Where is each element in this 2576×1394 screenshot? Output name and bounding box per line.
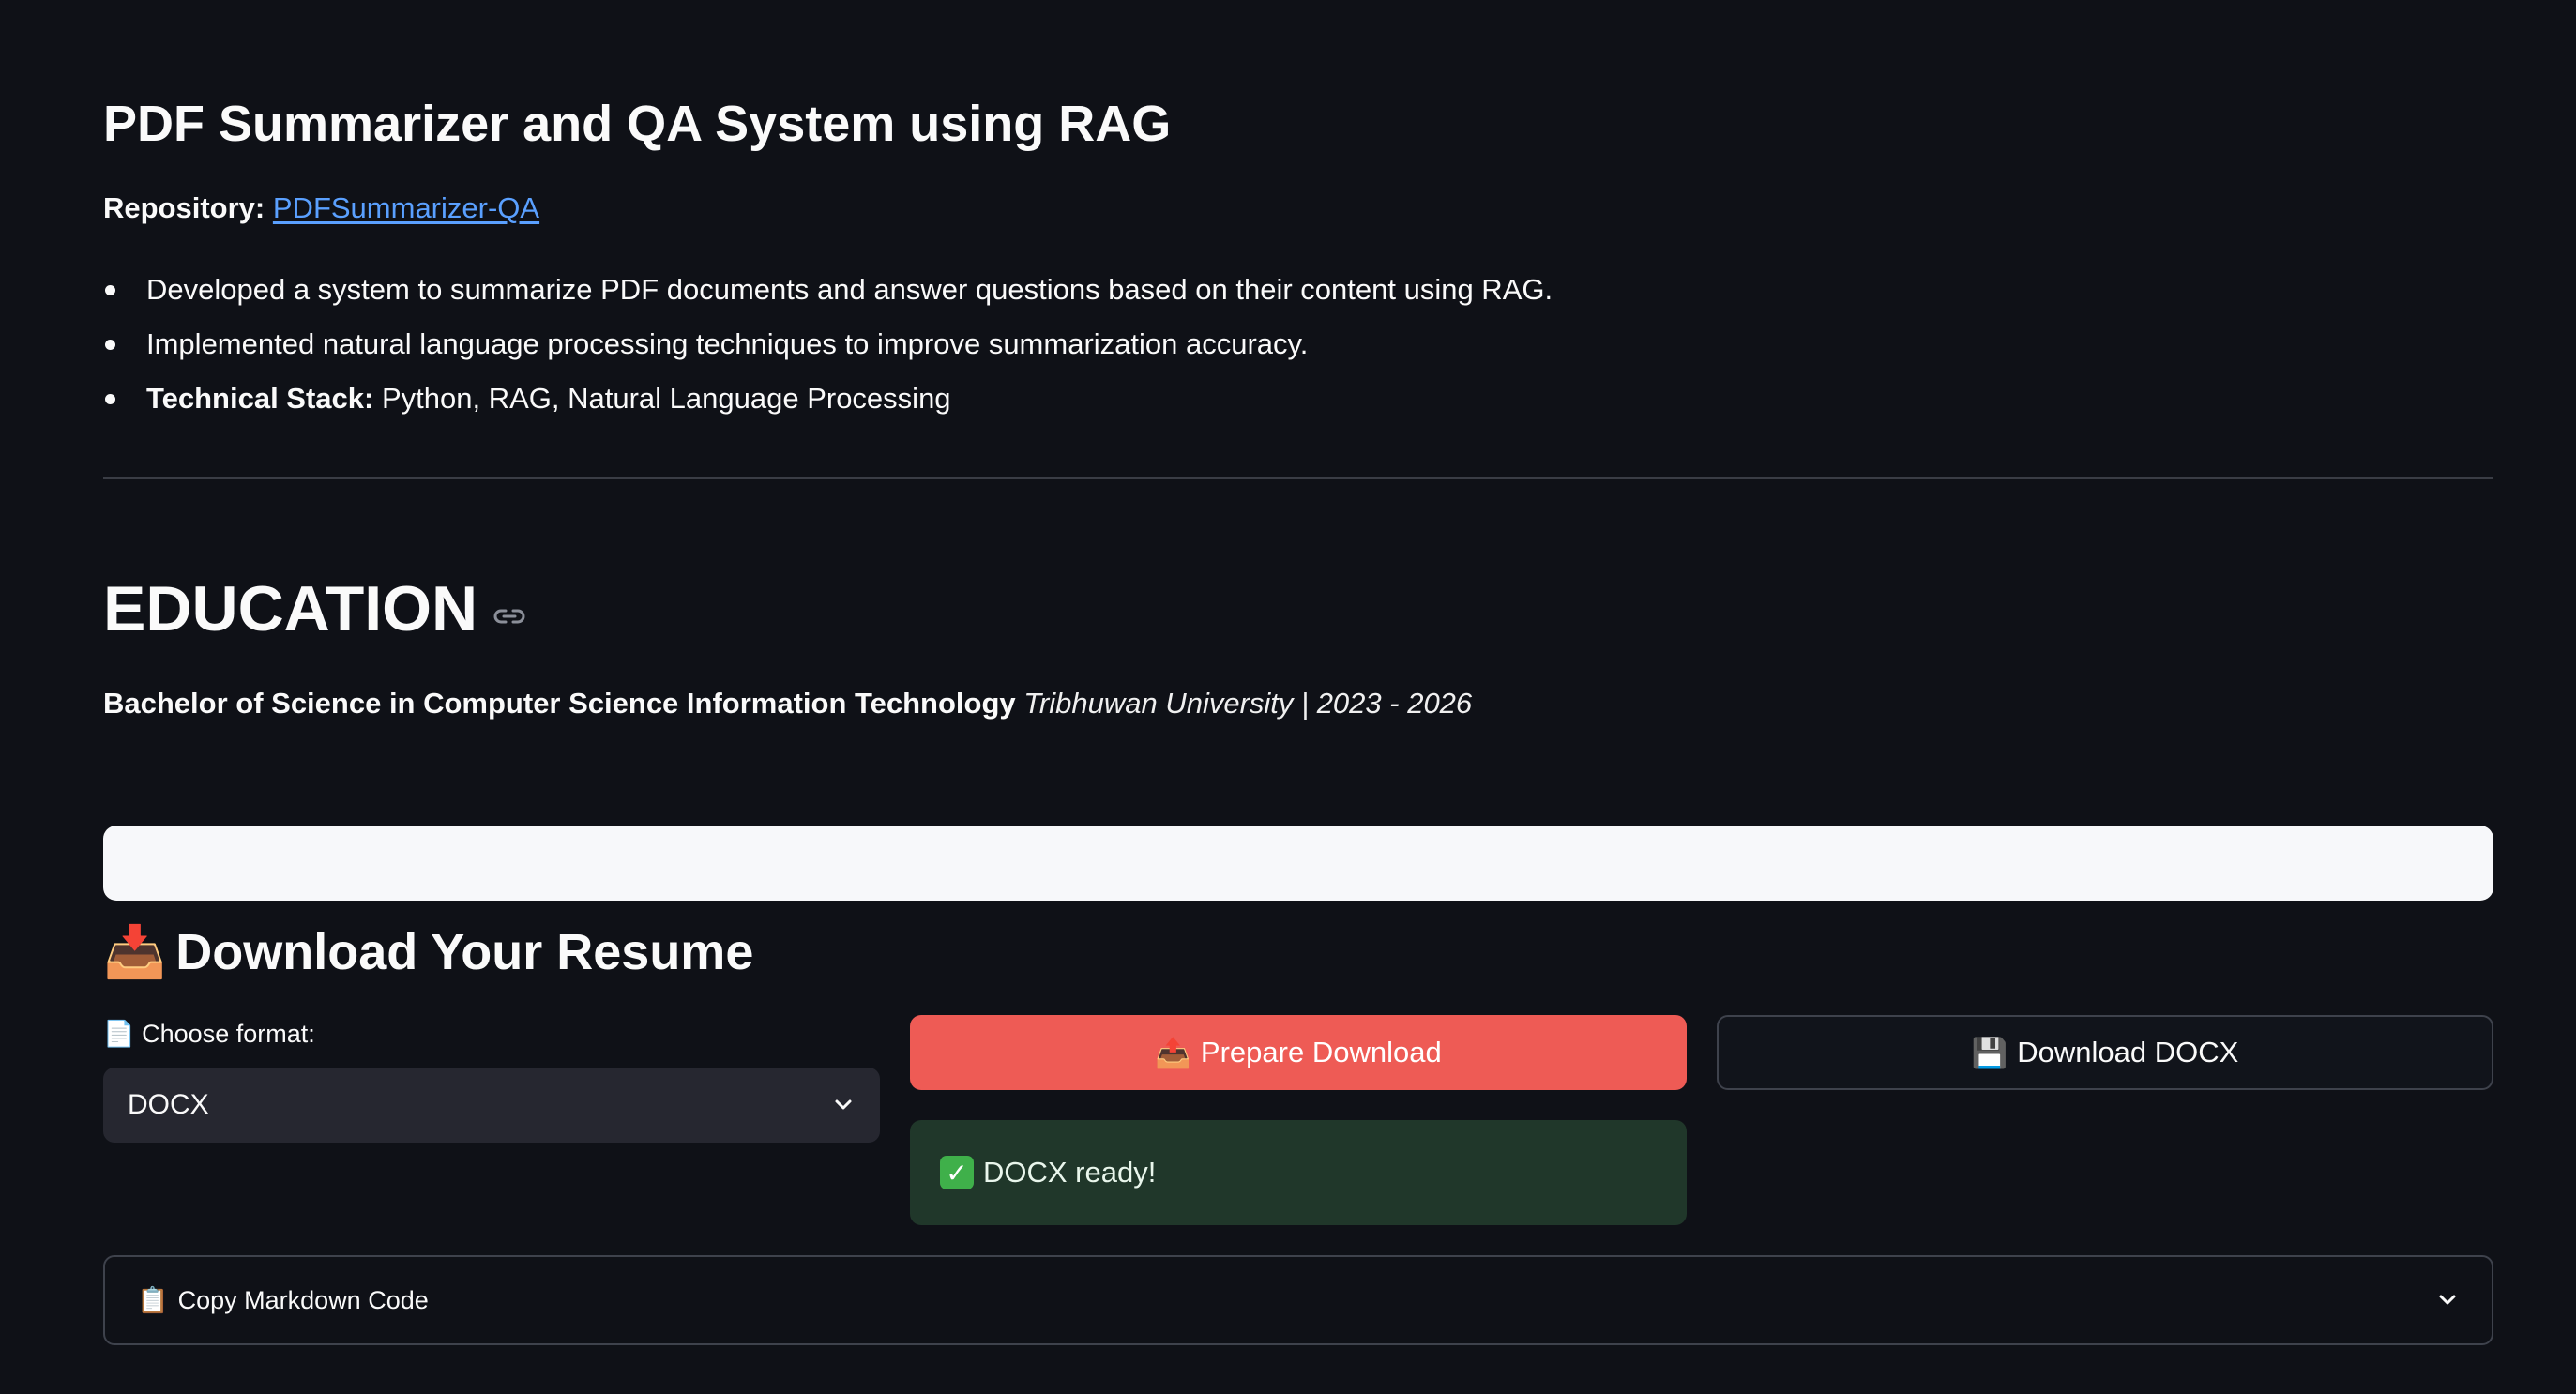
format-select-value: DOCX <box>128 1089 209 1120</box>
floppy-disk-icon: 💾 <box>1971 1036 2008 1070</box>
check-mark-icon: ✓ <box>940 1156 974 1189</box>
bullet-text: Python, RAG, Natural Language Processing <box>373 382 951 415</box>
blank-banner <box>103 826 2493 901</box>
resume-page: PDF Summarizer and QA System using RAG R… <box>0 0 2576 1394</box>
bullet-dot-icon <box>105 285 115 295</box>
anchor-link-icon[interactable] <box>492 605 526 628</box>
outbox-tray-icon: 📤 <box>1155 1036 1191 1070</box>
bullet-item: Technical Stack: Python, RAG, Natural La… <box>103 371 1553 426</box>
education-heading: EDUCATION <box>103 568 526 649</box>
download-heading: 📥 Download Your Resume <box>103 917 753 987</box>
project-title: PDF Summarizer and QA System using RAG <box>103 96 1172 152</box>
bullet-text: Implemented natural language processing … <box>146 327 1309 360</box>
chevron-down-icon <box>835 1099 852 1110</box>
format-select[interactable]: DOCX <box>103 1068 880 1143</box>
bullet-item: Implemented natural language processing … <box>103 317 1553 371</box>
bullet-dot-icon <box>105 394 115 404</box>
inbox-tray-icon: 📥 <box>103 922 167 981</box>
bullet-item: Developed a system to summarize PDF docu… <box>103 263 1553 317</box>
format-label-text: Choose format: <box>142 1020 315 1048</box>
project-bullets: Developed a system to summarize PDF docu… <box>103 263 1553 426</box>
download-heading-text: Download Your Resume <box>175 924 754 980</box>
clipboard-icon: 📋 <box>137 1286 169 1315</box>
prepare-download-button[interactable]: 📤 Prepare Download <box>910 1015 1687 1090</box>
repository-label: Repository: <box>103 191 265 224</box>
download-docx-button[interactable]: 💾 Download DOCX <box>1717 1015 2493 1090</box>
expander-header: 📋 Copy Markdown Code <box>137 1285 429 1316</box>
bullet-text: Developed a system to summarize PDF docu… <box>146 273 1553 306</box>
status-text: DOCX ready! <box>983 1156 1157 1189</box>
repository-link[interactable]: PDFSummarizer-QA <box>273 191 539 224</box>
prepare-download-label: Prepare Download <box>1200 1036 1442 1068</box>
bullet-dot-icon <box>105 340 115 350</box>
download-docx-label: Download DOCX <box>2017 1036 2239 1068</box>
education-heading-text: EDUCATION <box>103 573 478 644</box>
section-divider <box>103 477 2493 479</box>
education-entry: Bachelor of Science in Computer Science … <box>103 683 1472 724</box>
repository-line: Repository: PDFSummarizer-QA <box>103 188 539 229</box>
bullet-bold-label: Technical Stack: <box>146 382 374 415</box>
format-label: 📄 Choose format: <box>103 1015 315 1053</box>
expander-label: Copy Markdown Code <box>177 1285 429 1314</box>
degree-name: Bachelor of Science in Computer Science … <box>103 687 1016 720</box>
copy-markdown-expander[interactable]: 📋 Copy Markdown Code <box>103 1255 2493 1345</box>
document-icon: 📄 <box>103 1020 135 1049</box>
status-message: ✓ DOCX ready! <box>910 1120 1687 1225</box>
chevron-down-icon <box>2439 1295 2456 1305</box>
institution-dates: Tribhuwan University | 2023 - 2026 <box>1023 687 1473 720</box>
